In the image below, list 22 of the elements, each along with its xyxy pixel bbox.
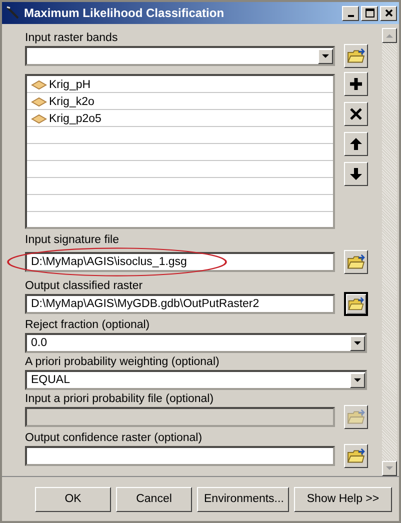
dialog-button[interactable]: Cancel bbox=[116, 486, 192, 512]
dialog-button[interactable]: Show Help >> bbox=[294, 486, 392, 512]
raster-list-item[interactable]: Krig_p2o5 bbox=[27, 110, 333, 127]
field-label: A priori probability weighting (optional) bbox=[25, 355, 220, 369]
field-label: Output classified raster bbox=[25, 279, 144, 293]
raster-name: Krig_k2o bbox=[49, 96, 94, 108]
raster-name: Krig_pH bbox=[49, 78, 91, 90]
raster-list-item[interactable]: Krig_k2o bbox=[27, 93, 333, 110]
path-input-field[interactable]: D:\MyMap\AGIS\MyGDB.gdb\OutPutRaster2 bbox=[25, 294, 335, 314]
window-title: Maximum Likelihood Classification bbox=[24, 6, 226, 20]
field-label: Input raster bands bbox=[25, 31, 119, 45]
dropdown[interactable]: EQUAL bbox=[25, 370, 367, 390]
path-input-field[interactable]: D:\MyMap\AGIS\isoclus_1.gsg bbox=[25, 252, 335, 272]
field-label: Input signature file bbox=[25, 233, 120, 247]
dialog-button[interactable]: OK bbox=[35, 486, 111, 512]
dialog-button[interactable]: Environments... bbox=[197, 486, 289, 512]
raster-list-item[interactable]: Krig_pH bbox=[27, 76, 333, 93]
field-label: Input a priori probability file (optional) bbox=[25, 392, 215, 406]
field-label: Output confidence raster (optional) bbox=[25, 431, 204, 445]
dropdown[interactable]: 0.0 bbox=[25, 333, 367, 353]
field-label: Reject fraction (optional) bbox=[25, 318, 151, 332]
raster-name: Krig_p2o5 bbox=[49, 112, 102, 124]
